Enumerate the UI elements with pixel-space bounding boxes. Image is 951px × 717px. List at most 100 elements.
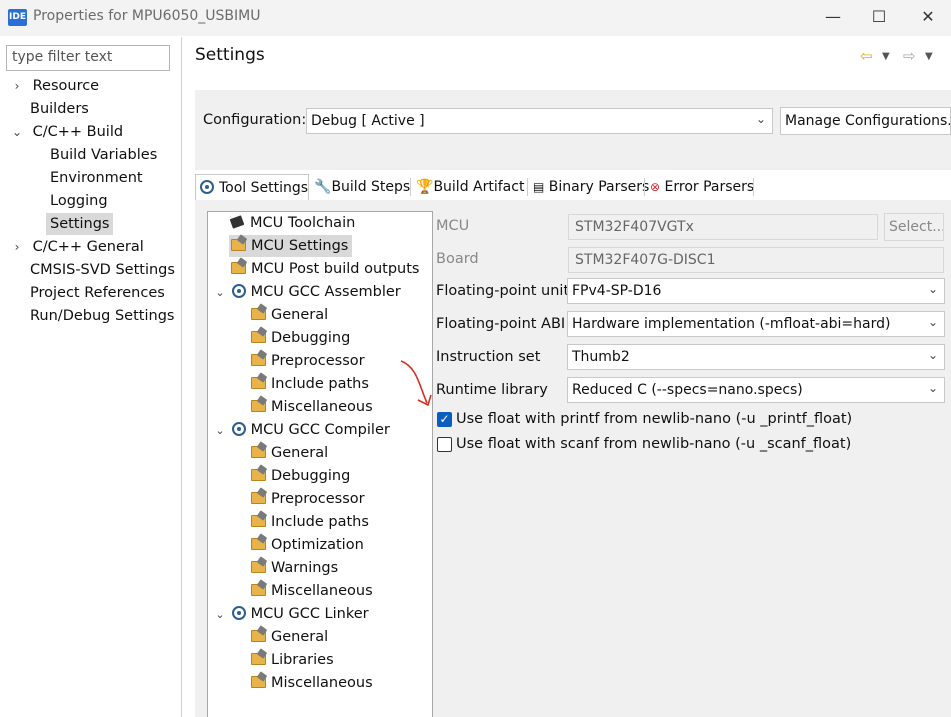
nav-item-build-variables[interactable]: Build Variables bbox=[50, 144, 157, 166]
chevron-down-icon[interactable]: ⌄ bbox=[213, 420, 227, 442]
folder-tool-icon bbox=[251, 331, 266, 343]
app-icon: IDE bbox=[8, 9, 27, 26]
manage-configurations-button[interactable]: Manage Configurations... bbox=[780, 107, 951, 135]
tree-item-post-build[interactable]: MCU Post build outputs bbox=[231, 258, 419, 280]
pane-divider[interactable] bbox=[181, 37, 182, 717]
tree-item-mcu-toolchain[interactable]: MCU Toolchain bbox=[229, 212, 355, 234]
window-title: Properties for MPU6050_USBIMU bbox=[33, 8, 261, 24]
folder-tool-icon bbox=[251, 538, 266, 550]
runtime-library-value: Reduced C (--specs=nano.specs) bbox=[572, 382, 803, 398]
tree-item-ld-miscellaneous[interactable]: Miscellaneous bbox=[251, 672, 373, 694]
tree-item-asm-general[interactable]: General bbox=[251, 304, 328, 326]
tree-item-ld-libraries[interactable]: Libraries bbox=[251, 649, 334, 671]
tree-item-asm-preprocessor[interactable]: Preprocessor bbox=[251, 350, 365, 372]
close-button[interactable]: ✕ bbox=[905, 0, 951, 36]
nav-item-project-references[interactable]: Project References bbox=[30, 282, 165, 304]
nav-item-cmsis-svd[interactable]: CMSIS-SVD Settings bbox=[30, 259, 175, 281]
tab-bar: Tool Settings 🔧Build Steps 🏆Build Artifa… bbox=[195, 174, 951, 200]
tree-item-cc-general[interactable]: General bbox=[251, 442, 328, 464]
tab-build-artifact[interactable]: 🏆Build Artifact bbox=[412, 174, 526, 200]
tree-item-asm-debugging[interactable]: Debugging bbox=[251, 327, 350, 349]
nav-item-cpp-build[interactable]: ⌄ C/C++ Build bbox=[10, 121, 123, 143]
chevron-right-icon[interactable]: › bbox=[10, 75, 24, 97]
nav-item-builders[interactable]: Builders bbox=[30, 98, 89, 120]
chevron-down-icon[interactable]: ⌄ bbox=[213, 282, 227, 304]
chevron-down-icon: ⌄ bbox=[927, 381, 938, 395]
chevron-down-icon[interactable]: ⌄ bbox=[213, 604, 227, 626]
folder-tool-icon bbox=[251, 676, 266, 688]
maximize-button[interactable]: ☐ bbox=[856, 0, 902, 36]
folder-tool-icon bbox=[251, 377, 266, 389]
tree-item-assembler[interactable]: ⌄ MCU GCC Assembler bbox=[213, 281, 401, 303]
chevron-down-icon: ⌄ bbox=[927, 315, 938, 329]
tree-item-ld-general[interactable]: General bbox=[251, 626, 328, 648]
fpu-select[interactable]: FPv4-SP-D16 ⌄ bbox=[567, 278, 945, 304]
runtime-library-select[interactable]: Reduced C (--specs=nano.specs) ⌄ bbox=[567, 377, 945, 403]
annotation-arrow-icon bbox=[400, 360, 432, 407]
back-dropdown-icon[interactable]: ▼ bbox=[882, 51, 890, 62]
tab-separator bbox=[644, 178, 645, 196]
nav-item-environment[interactable]: Environment bbox=[50, 167, 143, 189]
printf-float-label[interactable]: Use float with printf from newlib-nano (… bbox=[456, 411, 852, 427]
folder-tool-icon bbox=[251, 515, 266, 527]
filter-field[interactable] bbox=[6, 45, 170, 71]
chevron-down-icon: ⌄ bbox=[755, 112, 766, 126]
back-arrow-icon[interactable]: ⇦ bbox=[860, 47, 873, 65]
tool-settings-icon bbox=[200, 180, 214, 194]
forward-arrow-icon[interactable]: ⇨ bbox=[903, 47, 916, 65]
tool-gear-icon bbox=[231, 606, 246, 620]
filter-input[interactable] bbox=[12, 47, 162, 67]
scanf-float-label[interactable]: Use float with scanf from newlib-nano (-… bbox=[456, 436, 851, 452]
instruction-set-value: Thumb2 bbox=[572, 349, 630, 365]
chip-icon bbox=[229, 215, 245, 229]
error-icon: ⊗ bbox=[650, 180, 661, 194]
nav-item-cpp-general[interactable]: › C/C++ General bbox=[10, 236, 144, 258]
nav-item-logging[interactable]: Logging bbox=[50, 190, 108, 212]
select-mcu-button[interactable]: Select... bbox=[884, 213, 944, 241]
tree-item-linker[interactable]: ⌄ MCU GCC Linker bbox=[213, 603, 369, 625]
tree-item-asm-include-paths[interactable]: Include paths bbox=[251, 373, 369, 395]
fpu-label: Floating-point unit bbox=[436, 283, 570, 299]
minimize-button[interactable]: — bbox=[810, 0, 856, 36]
tree-item-mcu-settings[interactable]: MCU Settings bbox=[229, 235, 353, 257]
configuration-select[interactable]: Debug [ Active ] ⌄ bbox=[306, 108, 773, 134]
chevron-down-icon[interactable]: ⌄ bbox=[10, 121, 24, 143]
tree-item-cc-preprocessor[interactable]: Preprocessor bbox=[251, 488, 365, 510]
wrench-icon: 🔧 bbox=[314, 179, 332, 195]
mcu-field: STM32F407VGTx bbox=[568, 214, 878, 240]
instruction-set-select[interactable]: Thumb2 ⌄ bbox=[567, 344, 945, 370]
tree-item-cc-debugging[interactable]: Debugging bbox=[251, 465, 350, 487]
printf-float-checkbox[interactable]: ✓ bbox=[437, 412, 452, 427]
configuration-value: Debug [ Active ] bbox=[311, 113, 425, 129]
folder-tool-icon bbox=[251, 561, 266, 573]
tab-tool-settings[interactable]: Tool Settings bbox=[195, 174, 309, 200]
nav-item-settings[interactable]: Settings bbox=[46, 213, 114, 235]
binary-file-icon: ▤ bbox=[533, 180, 545, 194]
folder-tool-icon bbox=[231, 262, 246, 274]
tab-separator bbox=[410, 178, 411, 196]
nav-item-run-debug[interactable]: Run/Debug Settings bbox=[30, 305, 174, 327]
configuration-label: Configuration: bbox=[203, 112, 307, 128]
tree-item-cc-warnings[interactable]: Warnings bbox=[251, 557, 338, 579]
abi-select[interactable]: Hardware implementation (-mfloat-abi=har… bbox=[567, 311, 945, 337]
folder-tool-icon bbox=[251, 354, 266, 366]
tool-gear-icon bbox=[231, 284, 246, 298]
nav-item-resource[interactable]: › Resource bbox=[10, 75, 100, 97]
board-field: STM32F407G-DISC1 bbox=[568, 247, 944, 273]
tool-gear-icon bbox=[231, 422, 246, 436]
fpu-value: FPv4-SP-D16 bbox=[572, 283, 662, 299]
scanf-float-checkbox[interactable] bbox=[437, 437, 452, 452]
chevron-right-icon[interactable]: › bbox=[10, 236, 24, 258]
tree-item-compiler[interactable]: ⌄ MCU GCC Compiler bbox=[213, 419, 390, 441]
tab-build-steps[interactable]: 🔧Build Steps bbox=[310, 174, 410, 200]
tab-separator bbox=[527, 178, 528, 196]
tab-binary-parsers[interactable]: ▤ Binary Parsers bbox=[529, 174, 649, 200]
tree-item-asm-miscellaneous[interactable]: Miscellaneous bbox=[251, 396, 373, 418]
forward-dropdown-icon[interactable]: ▼ bbox=[925, 51, 933, 62]
tree-item-cc-miscellaneous[interactable]: Miscellaneous bbox=[251, 580, 373, 602]
chevron-down-icon: ⌄ bbox=[927, 282, 938, 296]
tab-error-parsers[interactable]: ⊗ Error Parsers bbox=[646, 174, 756, 200]
tree-item-cc-include-paths[interactable]: Include paths bbox=[251, 511, 369, 533]
tree-item-cc-optimization[interactable]: Optimization bbox=[251, 534, 364, 556]
mcu-label: MCU bbox=[436, 218, 470, 234]
